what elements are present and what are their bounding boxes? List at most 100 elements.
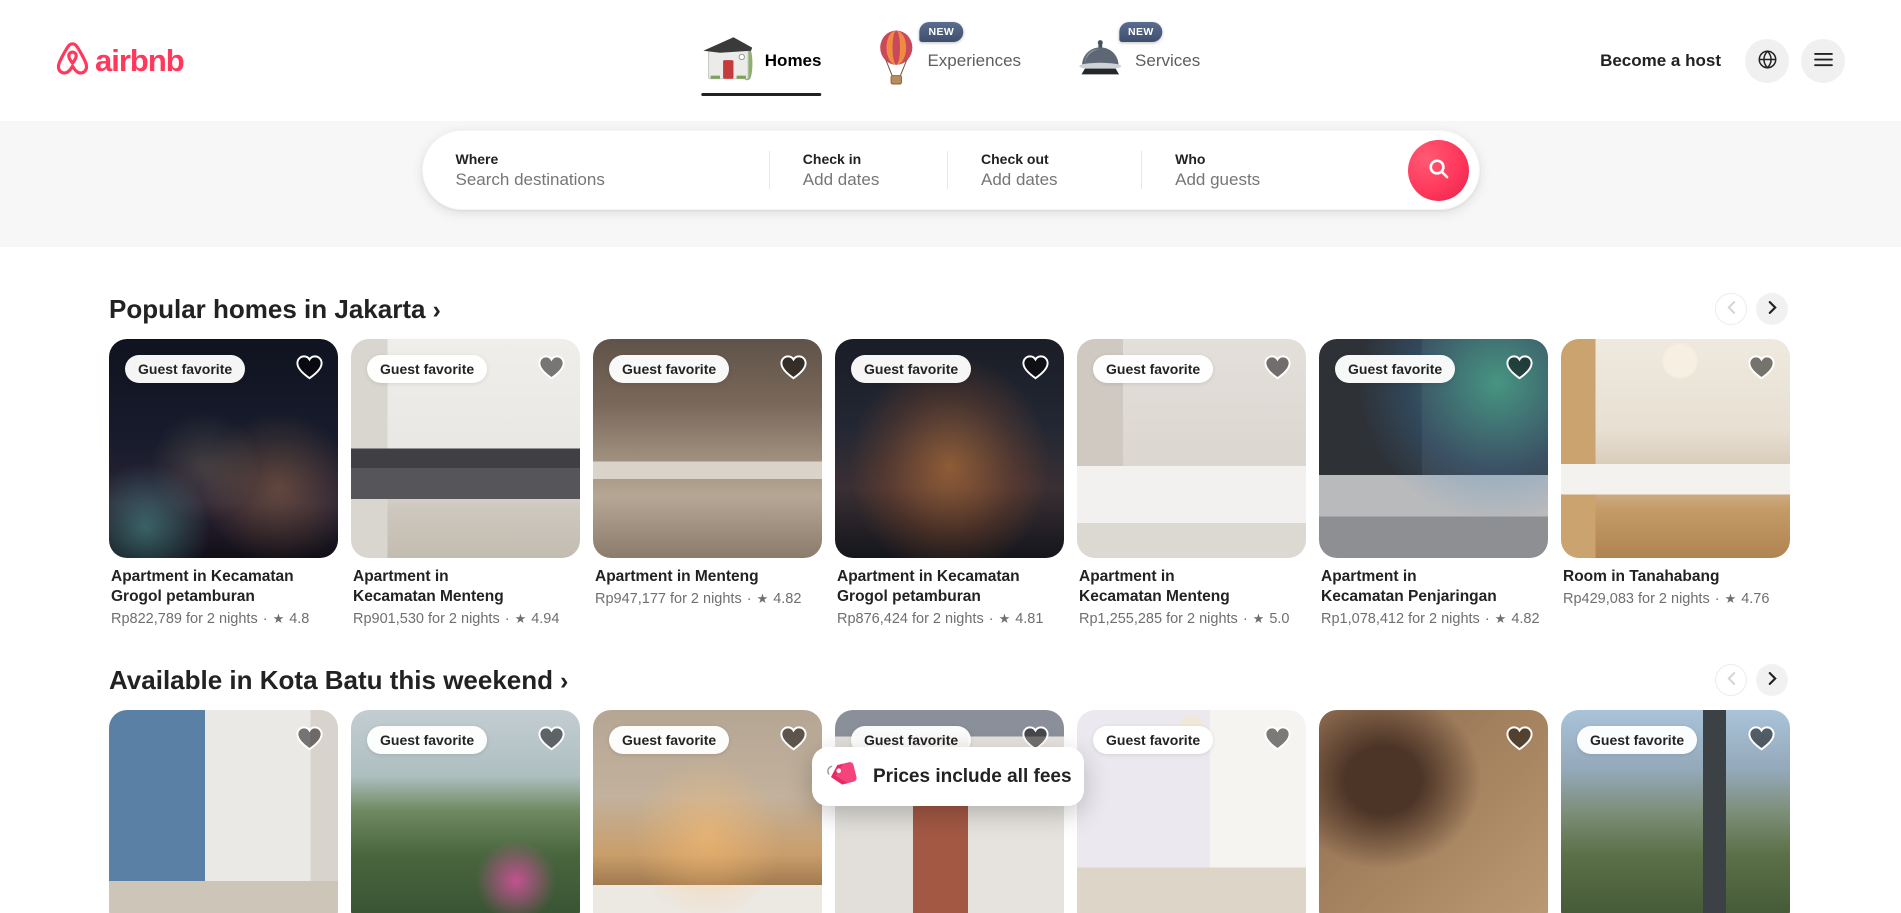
become-a-host-button[interactable]: Become a host xyxy=(1588,41,1733,81)
guest-favorite-badge: Guest favorite xyxy=(1093,355,1213,383)
house-icon xyxy=(701,34,755,87)
listing-card[interactable]: Guest favorite Apartment in Kecamatan Pe… xyxy=(1319,339,1548,627)
heart-icon[interactable] xyxy=(778,352,809,383)
listing-price-rating: Rp429,083 for 2 nights·★4.76 xyxy=(1563,591,1788,607)
listing-price-rating: Rp876,424 for 2 nights·★4.81 xyxy=(837,611,1062,627)
listing-card[interactable]: Guest favorite Apartment in Menteng Rp94… xyxy=(593,339,822,627)
carousel-next-button[interactable] xyxy=(1756,293,1788,325)
chevron-right-icon xyxy=(1768,301,1777,317)
listing-title: Apartment in Kecamatan Grogol petamburan xyxy=(111,567,336,607)
listing-card[interactable]: Guest favorite Apartment in Kecamatan Gr… xyxy=(109,339,338,627)
heart-icon[interactable] xyxy=(1020,352,1051,383)
listing-title: Apartment in Kecamatan Penjaringan xyxy=(1321,567,1546,607)
section-title-link[interactable]: Popular homes in Jakarta › xyxy=(109,294,441,325)
heart-icon[interactable] xyxy=(1504,352,1535,383)
tab-homes-label: Homes xyxy=(765,51,822,71)
listing-title: Apartment in Kecamatan Menteng xyxy=(353,567,578,607)
section-header-kota-batu: Available in Kota Batu this weekend › xyxy=(109,664,1788,696)
heart-icon[interactable] xyxy=(1746,352,1777,383)
listing-price-rating: Rp947,177 for 2 nights·★4.82 xyxy=(595,591,820,607)
search-checkin-field[interactable]: Check in Add dates xyxy=(770,131,947,209)
carousel-next-button[interactable] xyxy=(1756,664,1788,696)
heart-icon[interactable] xyxy=(1262,723,1293,754)
belo-icon xyxy=(56,41,89,81)
section-title-link[interactable]: Available in Kota Batu this weekend › xyxy=(109,665,568,696)
star-icon: ★ xyxy=(999,611,1011,627)
where-label: Where xyxy=(456,151,769,167)
hot-air-balloon-icon xyxy=(875,30,917,91)
carousel-prev-button[interactable] xyxy=(1715,293,1747,325)
search-strip: Where Search destinations Check in Add d… xyxy=(0,121,1901,247)
tab-homes[interactable]: Homes xyxy=(701,0,822,121)
tab-experiences[interactable]: NEW Experiences xyxy=(875,0,1021,121)
guest-favorite-badge: Guest favorite xyxy=(125,355,245,383)
search-icon xyxy=(1427,157,1450,183)
card-row-jakarta: Guest favorite Apartment in Kecamatan Gr… xyxy=(109,339,1788,627)
heart-icon[interactable] xyxy=(1262,352,1293,383)
listing-card[interactable] xyxy=(109,710,338,913)
language-button[interactable] xyxy=(1745,39,1789,83)
listing-card[interactable]: Guest favorite Apartment in Kecamatan Me… xyxy=(351,339,580,627)
star-icon: ★ xyxy=(1253,611,1265,627)
listing-photo: Guest favorite xyxy=(109,339,338,558)
listings-area: Popular homes in Jakarta › Guest favorit… xyxy=(0,293,1901,913)
guest-favorite-badge: Guest favorite xyxy=(367,355,487,383)
listing-photo: Guest favorite xyxy=(593,710,822,913)
listing-photo: Guest favorite xyxy=(351,339,580,558)
listing-photo: Guest favorite xyxy=(1561,710,1790,913)
listing-price-rating: Rp901,530 for 2 nights·★4.94 xyxy=(353,611,578,627)
globe-icon xyxy=(1757,49,1778,73)
listing-card[interactable] xyxy=(1319,710,1548,913)
heart-icon[interactable] xyxy=(536,352,567,383)
listing-card[interactable]: Guest favorite xyxy=(351,710,580,913)
listing-card[interactable]: Guest favorite xyxy=(835,710,1064,913)
search-button[interactable] xyxy=(1408,140,1469,201)
chevron-right-icon xyxy=(1768,672,1777,688)
search-where-field[interactable]: Where Search destinations xyxy=(423,131,769,209)
airbnb-logo[interactable]: airbnb xyxy=(56,41,184,81)
main-menu-button[interactable] xyxy=(1801,39,1845,83)
search-who-field[interactable]: Who Add guests xyxy=(1142,131,1478,209)
guest-favorite-badge: Guest favorite xyxy=(367,726,487,754)
heart-icon[interactable] xyxy=(294,723,325,754)
new-badge: NEW xyxy=(919,22,963,42)
listing-photo: Guest favorite xyxy=(835,710,1064,913)
where-placeholder: Search destinations xyxy=(456,170,769,190)
chevron-left-icon xyxy=(1727,301,1736,317)
listing-card[interactable]: Guest favorite xyxy=(1077,710,1306,913)
listing-card[interactable]: Guest favorite Apartment in Kecamatan Gr… xyxy=(835,339,1064,627)
guest-favorite-badge: Guest favorite xyxy=(1577,726,1697,754)
hamburger-menu-icon xyxy=(1814,52,1833,70)
search-checkout-field[interactable]: Check out Add dates xyxy=(948,131,1141,209)
header-actions: Become a host xyxy=(1588,39,1845,83)
star-icon: ★ xyxy=(1725,591,1737,607)
heart-icon[interactable] xyxy=(778,723,809,754)
heart-icon[interactable] xyxy=(536,723,567,754)
listing-card[interactable]: Guest favorite xyxy=(1561,710,1790,913)
heart-icon[interactable] xyxy=(1746,723,1777,754)
tab-services[interactable]: NEW Services xyxy=(1075,0,1200,121)
heart-icon[interactable] xyxy=(294,352,325,383)
bell-icon xyxy=(1075,37,1125,84)
chevron-left-icon xyxy=(1727,672,1736,688)
heart-icon[interactable] xyxy=(1504,723,1535,754)
star-icon: ★ xyxy=(757,591,769,607)
listing-price-rating: Rp822,789 for 2 nights·★4.8 xyxy=(111,611,336,627)
listing-photo: Guest favorite xyxy=(351,710,580,913)
listing-price-rating: Rp1,255,285 for 2 nights·★5.0 xyxy=(1079,611,1304,627)
listing-card[interactable]: Room in Tanahabang Rp429,083 for 2 night… xyxy=(1561,339,1790,627)
listing-photo: Guest favorite xyxy=(1319,339,1548,558)
listing-title: Apartment in Kecamatan Menteng xyxy=(1079,567,1304,607)
listing-photo xyxy=(1319,710,1548,913)
listing-photo: Guest favorite xyxy=(1077,339,1306,558)
who-placeholder: Add guests xyxy=(1175,170,1260,190)
search-bar: Where Search destinations Check in Add d… xyxy=(422,130,1480,210)
prices-include-fees-tooltip: Prices include all fees xyxy=(812,747,1084,806)
listing-title: Apartment in Menteng xyxy=(595,567,820,587)
listing-card[interactable]: Guest favorite Apartment in Kecamatan Me… xyxy=(1077,339,1306,627)
listing-card[interactable]: Guest favorite xyxy=(593,710,822,913)
carousel-prev-button[interactable] xyxy=(1715,664,1747,696)
guest-favorite-badge: Guest favorite xyxy=(1093,726,1213,754)
listing-photo: Guest favorite xyxy=(835,339,1064,558)
chevron-right-icon: › xyxy=(432,296,440,325)
